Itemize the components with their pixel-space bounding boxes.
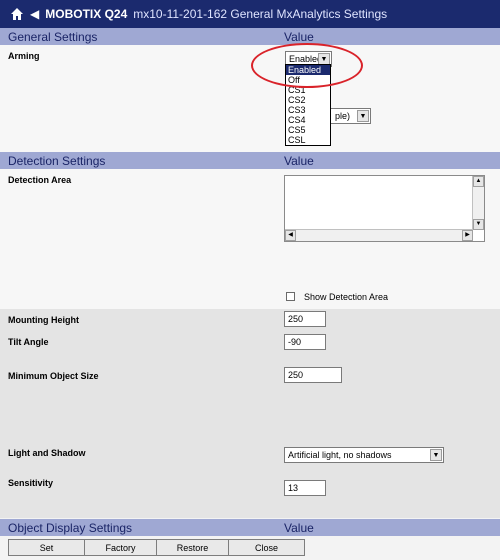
highlight-ellipse	[251, 43, 363, 88]
dropdown-option[interactable]: CSL	[286, 135, 330, 145]
arming-row: Arming	[0, 45, 500, 152]
sensitivity-input[interactable]: 13	[284, 480, 326, 496]
factory-button[interactable]: Factory	[84, 539, 157, 556]
show-detection-area-label: Show Detection Area	[304, 292, 389, 302]
detection-area-textarea[interactable]: ▲ ▼ ◀ ▶	[284, 175, 485, 242]
min-object-size-value: 250	[288, 370, 304, 380]
horizontal-scrollbar[interactable]: ◀ ▶	[285, 229, 473, 241]
section-title: Detection Settings	[8, 153, 106, 168]
arming-label: Arming	[8, 51, 40, 61]
dropdown-option[interactable]: CS3	[286, 105, 330, 115]
back-arrow-icon[interactable]: ◀	[30, 7, 39, 21]
value-column-header: Value	[284, 29, 314, 44]
chevron-down-icon[interactable]: ▼	[430, 449, 442, 461]
page-subtitle: mx10-11-201-162 General MxAnalytics Sett…	[133, 7, 388, 21]
vertical-scrollbar[interactable]: ▲ ▼	[472, 176, 484, 230]
show-detection-area-checkbox[interactable]	[286, 292, 295, 301]
light-shadow-selected-value: Artificial light, no shadows	[288, 450, 392, 460]
restore-button[interactable]: Restore	[156, 539, 229, 556]
tilt-angle-row: Tilt Angle	[0, 331, 500, 365]
min-object-size-label: Minimum Object Size	[8, 371, 99, 381]
mounting-height-label: Mounting Height	[8, 315, 79, 325]
scroll-left-icon[interactable]: ◀	[285, 230, 296, 241]
tilt-angle-input[interactable]: -90	[284, 334, 326, 350]
min-object-size-input[interactable]: 250	[284, 367, 342, 383]
brand-name: MOBOTIX Q24	[45, 7, 128, 21]
sensitivity-label: Sensitivity	[8, 478, 54, 488]
section-header-detection: Detection Settings Value	[0, 152, 500, 169]
button-bar: Set Factory Restore Close	[0, 536, 500, 560]
dropdown-option[interactable]: CS2	[286, 95, 330, 105]
section-header-object-display: Object Display Settings Value	[0, 519, 500, 536]
light-shadow-select[interactable]: Artificial light, no shadows ▼	[284, 447, 444, 463]
dropdown-option[interactable]: CS4	[286, 115, 330, 125]
value-column-header: Value	[284, 153, 314, 168]
mounting-height-value: 250	[288, 314, 304, 324]
close-button[interactable]: Close	[228, 539, 305, 556]
section-header-general: General Settings Value	[0, 28, 500, 45]
min-object-size-row: Minimum Object Size	[0, 365, 500, 442]
scroll-down-icon[interactable]: ▼	[473, 219, 484, 230]
chevron-down-icon[interactable]: ▼	[357, 110, 369, 122]
sensitivity-row: Sensitivity	[0, 472, 500, 518]
sensitivity-value: 13	[288, 483, 299, 493]
scroll-up-icon[interactable]: ▲	[473, 176, 484, 187]
hidden-select-partial-text: ple)	[335, 111, 351, 121]
home-icon[interactable]	[10, 7, 24, 21]
tilt-angle-label: Tilt Angle	[8, 337, 49, 347]
light-shadow-label: Light and Shadow	[8, 448, 86, 458]
detection-area-label: Detection Area	[8, 175, 72, 185]
title-bar: ◀ MOBOTIX Q24 mx10-11-201-162 General Mx…	[0, 0, 500, 28]
set-button[interactable]: Set	[8, 539, 85, 556]
scroll-right-icon[interactable]: ▶	[462, 230, 473, 241]
section-title: Object Display Settings	[8, 520, 133, 535]
mounting-height-row: Mounting Height	[0, 309, 500, 331]
dropdown-option[interactable]: CS5	[286, 125, 330, 135]
tilt-angle-value: -90	[288, 337, 302, 347]
mounting-height-input[interactable]: 250	[284, 311, 326, 327]
section-title: General Settings	[8, 29, 98, 44]
value-column-header: Value	[284, 520, 314, 535]
